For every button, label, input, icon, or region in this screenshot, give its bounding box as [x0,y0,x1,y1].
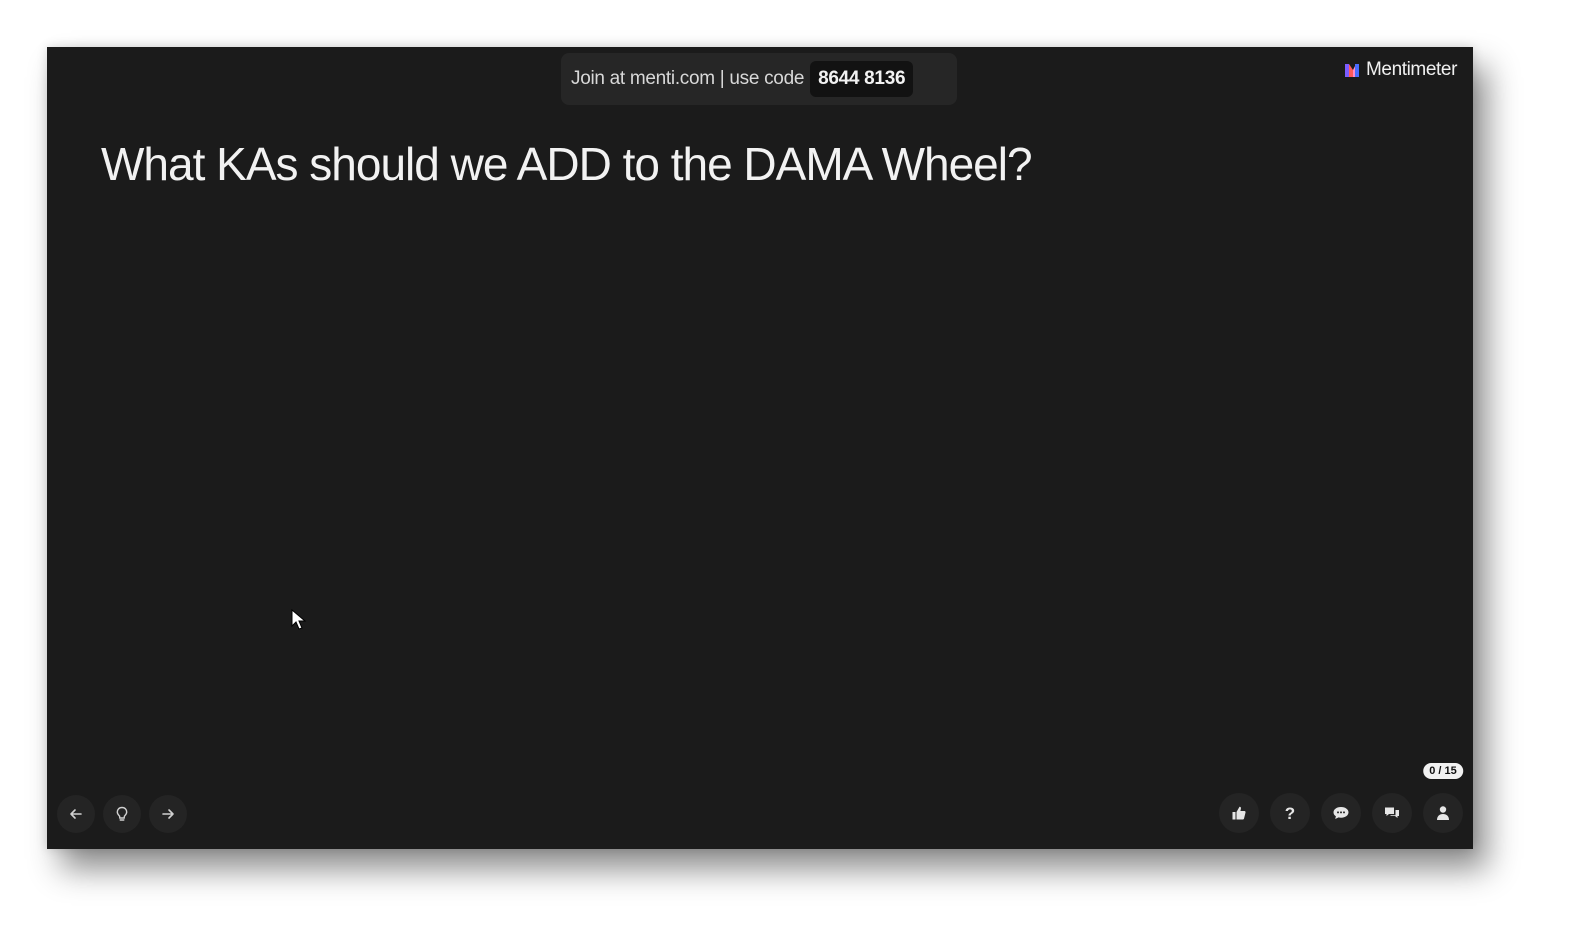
reactions-button[interactable] [1219,793,1259,833]
join-instructions-text: Join at menti.com | use code [571,68,805,89]
presentation-slide: Join at menti.com | use code 8644 8136 M… [47,47,1473,849]
person-icon [1437,806,1449,820]
presenter-controls: ? 0 / 15 [1219,763,1463,833]
join-instructions-bar: Join at menti.com | use code 8644 8136 [561,53,957,105]
brand-name: Mentimeter [1365,59,1457,80]
mentimeter-brand: Mentimeter [1344,59,1457,81]
audience-count-badge: 0 / 15 [1423,763,1463,779]
join-code: 8644 8136 [810,61,914,97]
slide-navigation [57,795,187,833]
lightbulb-icon [116,806,128,821]
mouse-cursor-icon [291,609,307,630]
chat-button[interactable] [1321,793,1361,833]
hint-button[interactable] [103,795,141,833]
chat-icon [1333,807,1349,819]
question-icon: ? [1284,803,1296,823]
audience-control: 0 / 15 [1423,763,1463,833]
comments-icon [1385,807,1399,818]
arrow-right-icon [162,809,174,819]
slide-title: What KAs should we ADD to the DAMA Wheel… [101,138,1033,190]
mentimeter-logo-icon [1344,64,1359,77]
previous-slide-button[interactable] [57,795,95,833]
next-slide-button[interactable] [149,795,187,833]
arrow-left-icon [70,809,82,819]
thumbs-up-icon [1232,806,1246,820]
audience-button[interactable] [1423,793,1463,833]
comments-button[interactable] [1372,793,1412,833]
qa-button[interactable]: ? [1270,793,1310,833]
